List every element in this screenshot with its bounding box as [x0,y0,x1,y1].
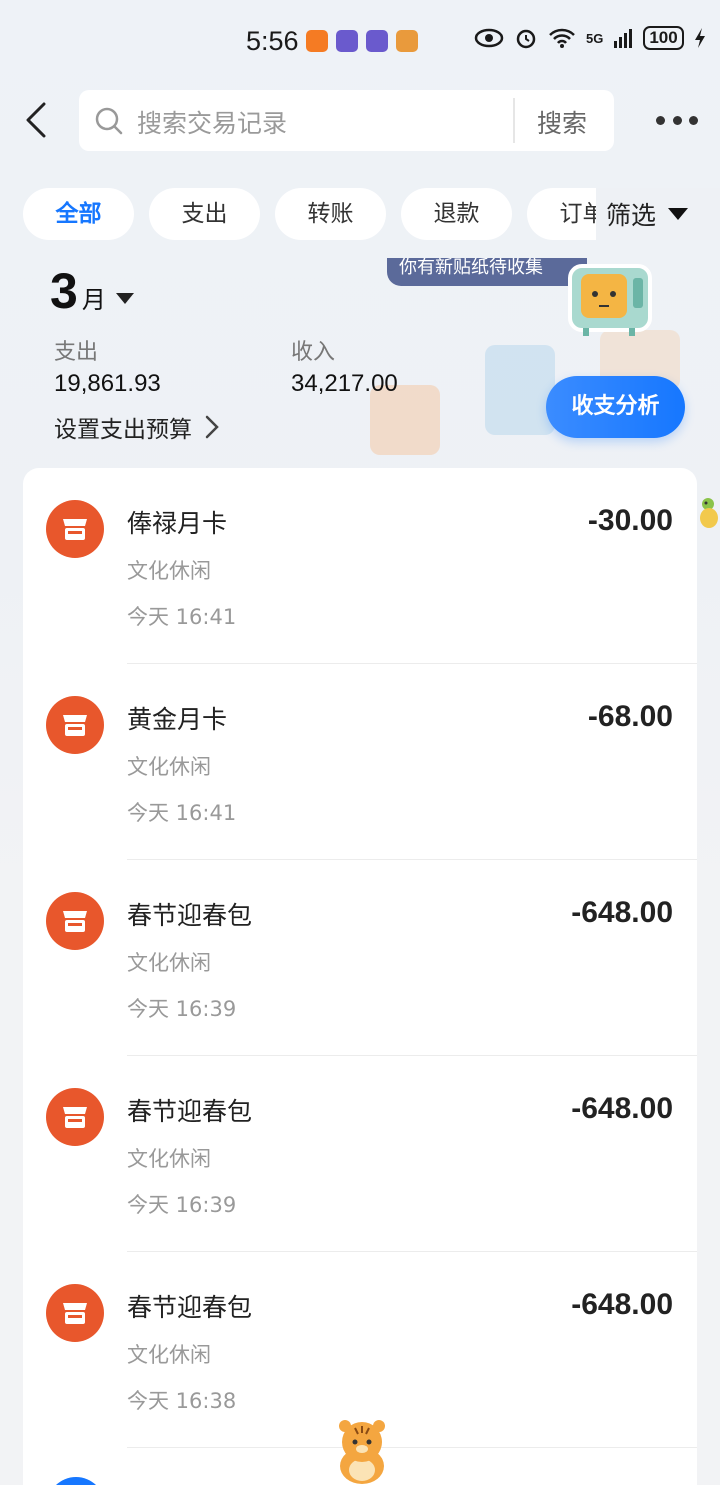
transaction-time: 今天 16:39 [127,1193,237,1217]
transaction-time: 今天 16:41 [127,801,237,825]
notification-app-icon [396,30,418,52]
tab-order[interactable]: 订单 [527,188,598,240]
transaction-amount: -648.00 [571,1288,673,1321]
system-indicators: 5G 100 [474,26,706,50]
transaction-category: 文化休闲 [127,1147,211,1171]
sticker-banner-text: 你有新贴纸待收集 [399,258,543,278]
status-bar: 5:56 5G 100 [0,0,720,84]
row-divider [127,1447,697,1448]
transaction-category: 文化休闲 [127,951,211,975]
store-icon [63,1107,87,1128]
expense-label: 支出 [54,340,99,365]
caret-down-icon [115,292,134,304]
transaction-amount: -68.00 [587,700,673,733]
battery-indicator: 100 [643,26,684,50]
merchant-avatar [47,1477,105,1485]
tiger-mascot-icon[interactable] [331,1418,393,1485]
network-label: 5G [586,30,604,46]
transaction-title: 俸禄月卡 [127,509,228,538]
transaction-row[interactable]: 春节迎春包 文化休闲 今天 16:39 -648.00 [23,1056,697,1252]
status-time: 5:56 [246,26,299,56]
income-value: 34,217.00 [291,370,398,397]
chevron-right-icon [205,415,219,439]
category-tabs: 全部 支出 转账 退款 订单 [23,188,598,240]
merchant-avatar [46,1284,104,1342]
transaction-title: 春节迎春包 [127,901,253,930]
transaction-row[interactable]: 春节迎春包 文化休闲 今天 16:39 -648.00 [23,860,697,1056]
more-icon [672,115,682,125]
store-icon [63,911,87,932]
tab-refund[interactable]: 退款 [401,188,512,240]
search-icon [95,107,123,135]
notification-app-icon [306,30,328,52]
expense-value: 19,861.93 [54,370,161,397]
more-icon [689,115,698,125]
filter-button[interactable]: 筛选 [596,188,720,240]
tab-transfer[interactable]: 转账 [275,188,386,240]
transaction-time: 今天 16:38 [127,1389,237,1413]
store-icon [63,715,87,736]
transaction-time: 今天 16:39 [127,997,237,1021]
sticker-banner[interactable]: 你有新贴纸待收集 [387,258,587,286]
merchant-avatar [46,892,104,950]
filter-label: 筛选 [606,201,657,230]
back-arrow-icon [26,102,46,138]
more-icon [656,115,665,125]
transaction-list: 俸禄月卡 文化休闲 今天 16:41 -30.00 黄金月卡 文化休闲 今天 1… [23,468,697,1485]
transaction-amount: -30.00 [587,504,673,537]
transaction-category: 文化休闲 [127,755,211,779]
eye-icon [474,28,504,48]
search-input[interactable]: 搜索交易记录 [137,104,287,140]
income-label: 收入 [291,340,336,365]
analysis-button[interactable]: 收支分析 [546,376,685,438]
transaction-time: 今天 16:41 [127,605,237,629]
decoration-image [485,345,555,435]
notification-app-icon [336,30,358,52]
turtle-mascot-icon[interactable] [697,496,719,532]
transaction-amount: -648.00 [571,896,673,929]
store-icon [63,1303,87,1324]
signal-icon [614,29,633,48]
charging-icon [694,28,705,48]
notification-app-icon [366,30,388,52]
transaction-title: 黄金月卡 [127,705,228,734]
search-box[interactable]: 搜索交易记录 搜索 [79,90,614,151]
notification-icons [306,30,418,52]
tv-mascot-icon[interactable] [567,262,653,338]
back-button[interactable] [22,100,52,140]
month-number: 3 [50,263,78,319]
transaction-title: 春节迎春包 [127,1293,253,1322]
transaction-category: 文化休闲 [127,1343,211,1367]
budget-label: 设置支出预算 [54,417,192,443]
month-selector[interactable]: 3 月 [50,262,134,320]
transaction-category: 文化休闲 [127,559,211,583]
tab-expense[interactable]: 支出 [149,188,260,240]
transaction-amount: -648.00 [571,1092,673,1125]
search-button[interactable]: 搜索 [537,104,587,140]
caret-down-icon [668,208,689,220]
wifi-icon [549,28,575,48]
merchant-avatar [46,1088,104,1146]
store-icon [63,519,87,540]
budget-link[interactable]: 设置支出预算 [54,410,220,444]
tab-all[interactable]: 全部 [23,188,134,240]
more-button[interactable] [656,110,698,130]
merchant-avatar [46,696,104,754]
transaction-row[interactable]: 黄金月卡 文化休闲 今天 16:41 -68.00 [23,664,697,860]
transaction-row[interactable]: 俸禄月卡 文化休闲 今天 16:41 -30.00 [23,468,697,664]
merchant-avatar [46,500,104,558]
alarm-icon [516,29,536,49]
month-unit: 月 [81,286,106,314]
transaction-title: 春节迎春包 [127,1097,253,1126]
search-divider [513,98,515,143]
